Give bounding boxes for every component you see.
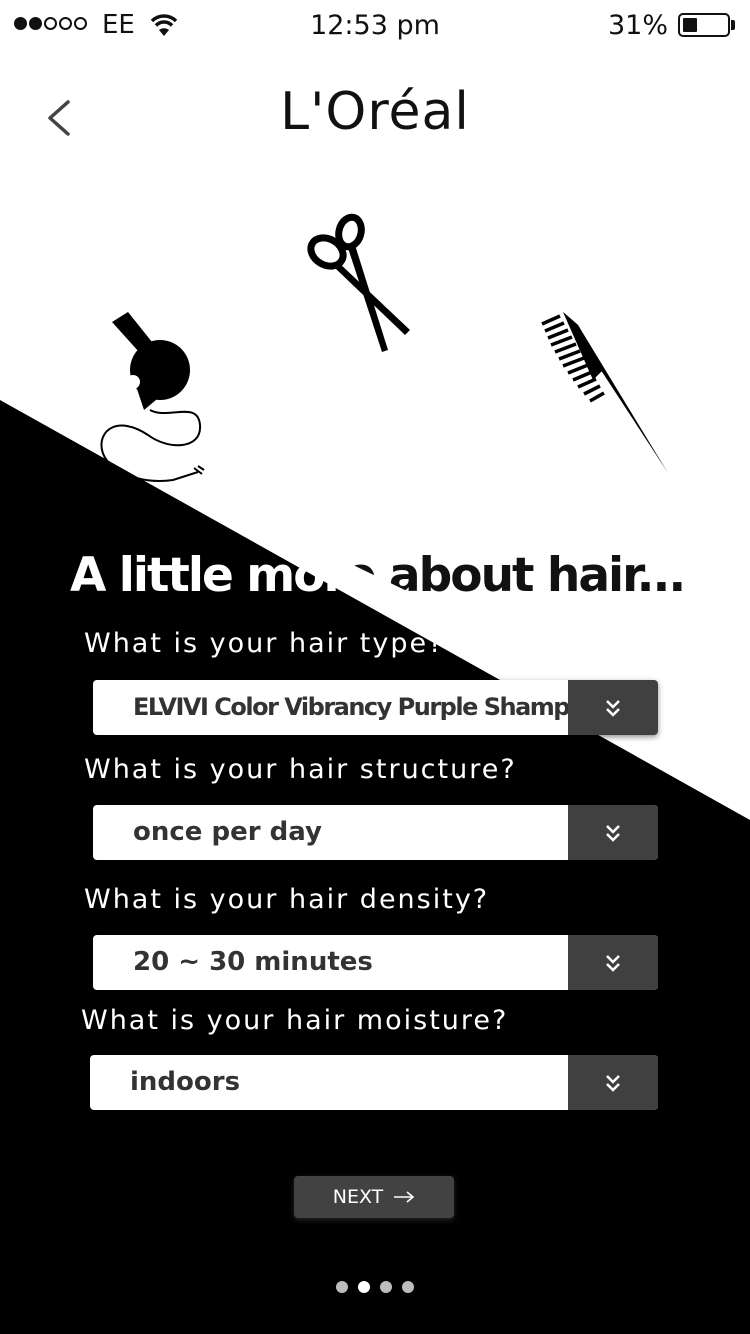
- chevron-double-down-icon[interactable]: [568, 805, 658, 860]
- hair-dryer-icon: [100, 312, 205, 482]
- chevron-double-down-icon[interactable]: [568, 935, 658, 990]
- hair-density-value: 20 ~ 30 minutes: [133, 947, 373, 977]
- next-button-label: NEXT: [332, 1186, 384, 1208]
- battery-icon: [678, 13, 730, 37]
- hair-structure-value: once per day: [133, 817, 322, 847]
- page-dot[interactable]: [380, 1281, 392, 1293]
- comb-icon: [541, 312, 668, 473]
- battery-tip: [731, 20, 735, 30]
- hair-density-select[interactable]: 20 ~ 30 minutes: [93, 935, 658, 990]
- hair-moisture-value: indoors: [130, 1067, 241, 1097]
- chevron-double-down-icon[interactable]: [568, 1055, 658, 1110]
- hair-structure-select[interactable]: once per day: [93, 805, 658, 860]
- next-button[interactable]: NEXT: [294, 1176, 454, 1218]
- chevron-double-down-icon[interactable]: [568, 680, 658, 735]
- question-hair-structure: What is your hair structure?: [84, 754, 517, 785]
- brand-title: L'Oréal: [280, 82, 470, 142]
- page-indicator: [0, 1281, 750, 1293]
- page-dot[interactable]: [402, 1281, 414, 1293]
- scissors-icon: [307, 213, 410, 352]
- battery-percent: 31%: [607, 10, 668, 41]
- question-hair-moisture: What is your hair moisture?: [81, 1005, 509, 1036]
- hair-type-value: ELVIVI Color Vibrancy Purple Shampoo: [133, 693, 600, 721]
- hair-type-select[interactable]: ELVIVI Color Vibrancy Purple Shampoo: [93, 680, 658, 735]
- diagonal-background: [0, 0, 750, 1334]
- page-dot[interactable]: [336, 1281, 348, 1293]
- question-hair-density: What is your hair density?: [84, 884, 490, 915]
- question-hair-type: What is your hair type?: [84, 628, 445, 659]
- page-dot-active[interactable]: [358, 1281, 370, 1293]
- hair-moisture-select[interactable]: indoors: [90, 1055, 658, 1110]
- status-bar: EE 12:53 pm 31%: [0, 0, 750, 50]
- arrow-right-icon: [394, 1191, 415, 1203]
